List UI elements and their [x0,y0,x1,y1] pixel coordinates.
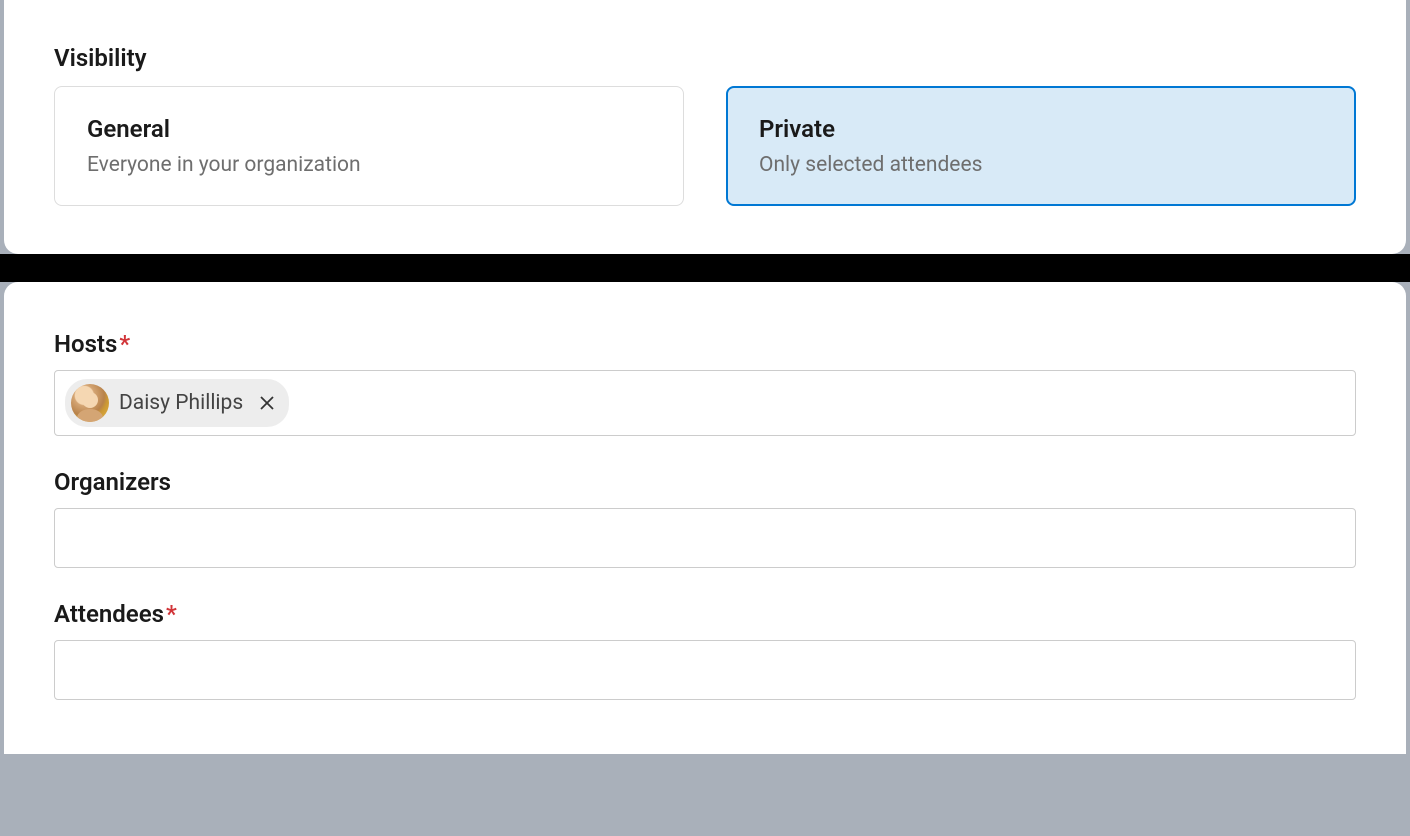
people-card: Hosts* Daisy Phillips Organizers [4,282,1406,754]
attendees-text-input[interactable] [65,650,1345,690]
hosts-label: Hosts* [54,330,1356,358]
visibility-label: Visibility [54,44,1356,72]
divider-gap [0,254,1410,282]
chip-name: Daisy Phillips [119,391,243,415]
visibility-options: General Everyone in your organization Pr… [54,86,1356,206]
attendees-field-group: Attendees* [54,600,1356,700]
close-icon[interactable] [257,393,277,413]
host-chip[interactable]: Daisy Phillips [65,379,289,427]
hosts-text-input[interactable] [295,383,1345,423]
required-indicator: * [119,330,130,358]
hosts-input[interactable]: Daisy Phillips [54,370,1356,436]
avatar [71,384,109,422]
hosts-field-group: Hosts* Daisy Phillips [54,330,1356,436]
attendees-input[interactable] [54,640,1356,700]
organizers-label: Organizers [54,468,1356,496]
visibility-card: Visibility General Everyone in your orga… [4,0,1406,254]
option-title: Private [759,115,1323,143]
visibility-option-private[interactable]: Private Only selected attendees [726,86,1356,206]
attendees-label-text: Attendees [54,600,164,628]
organizers-input[interactable] [54,508,1356,568]
required-indicator: * [166,600,177,628]
option-desc: Everyone in your organization [87,153,651,177]
organizers-field-group: Organizers [54,468,1356,568]
attendees-label: Attendees* [54,600,1356,628]
organizers-text-input[interactable] [65,518,1345,558]
organizers-label-text: Organizers [54,468,171,496]
visibility-option-general[interactable]: General Everyone in your organization [54,86,684,206]
option-title: General [87,115,651,143]
hosts-label-text: Hosts [54,330,117,358]
option-desc: Only selected attendees [759,153,1323,177]
